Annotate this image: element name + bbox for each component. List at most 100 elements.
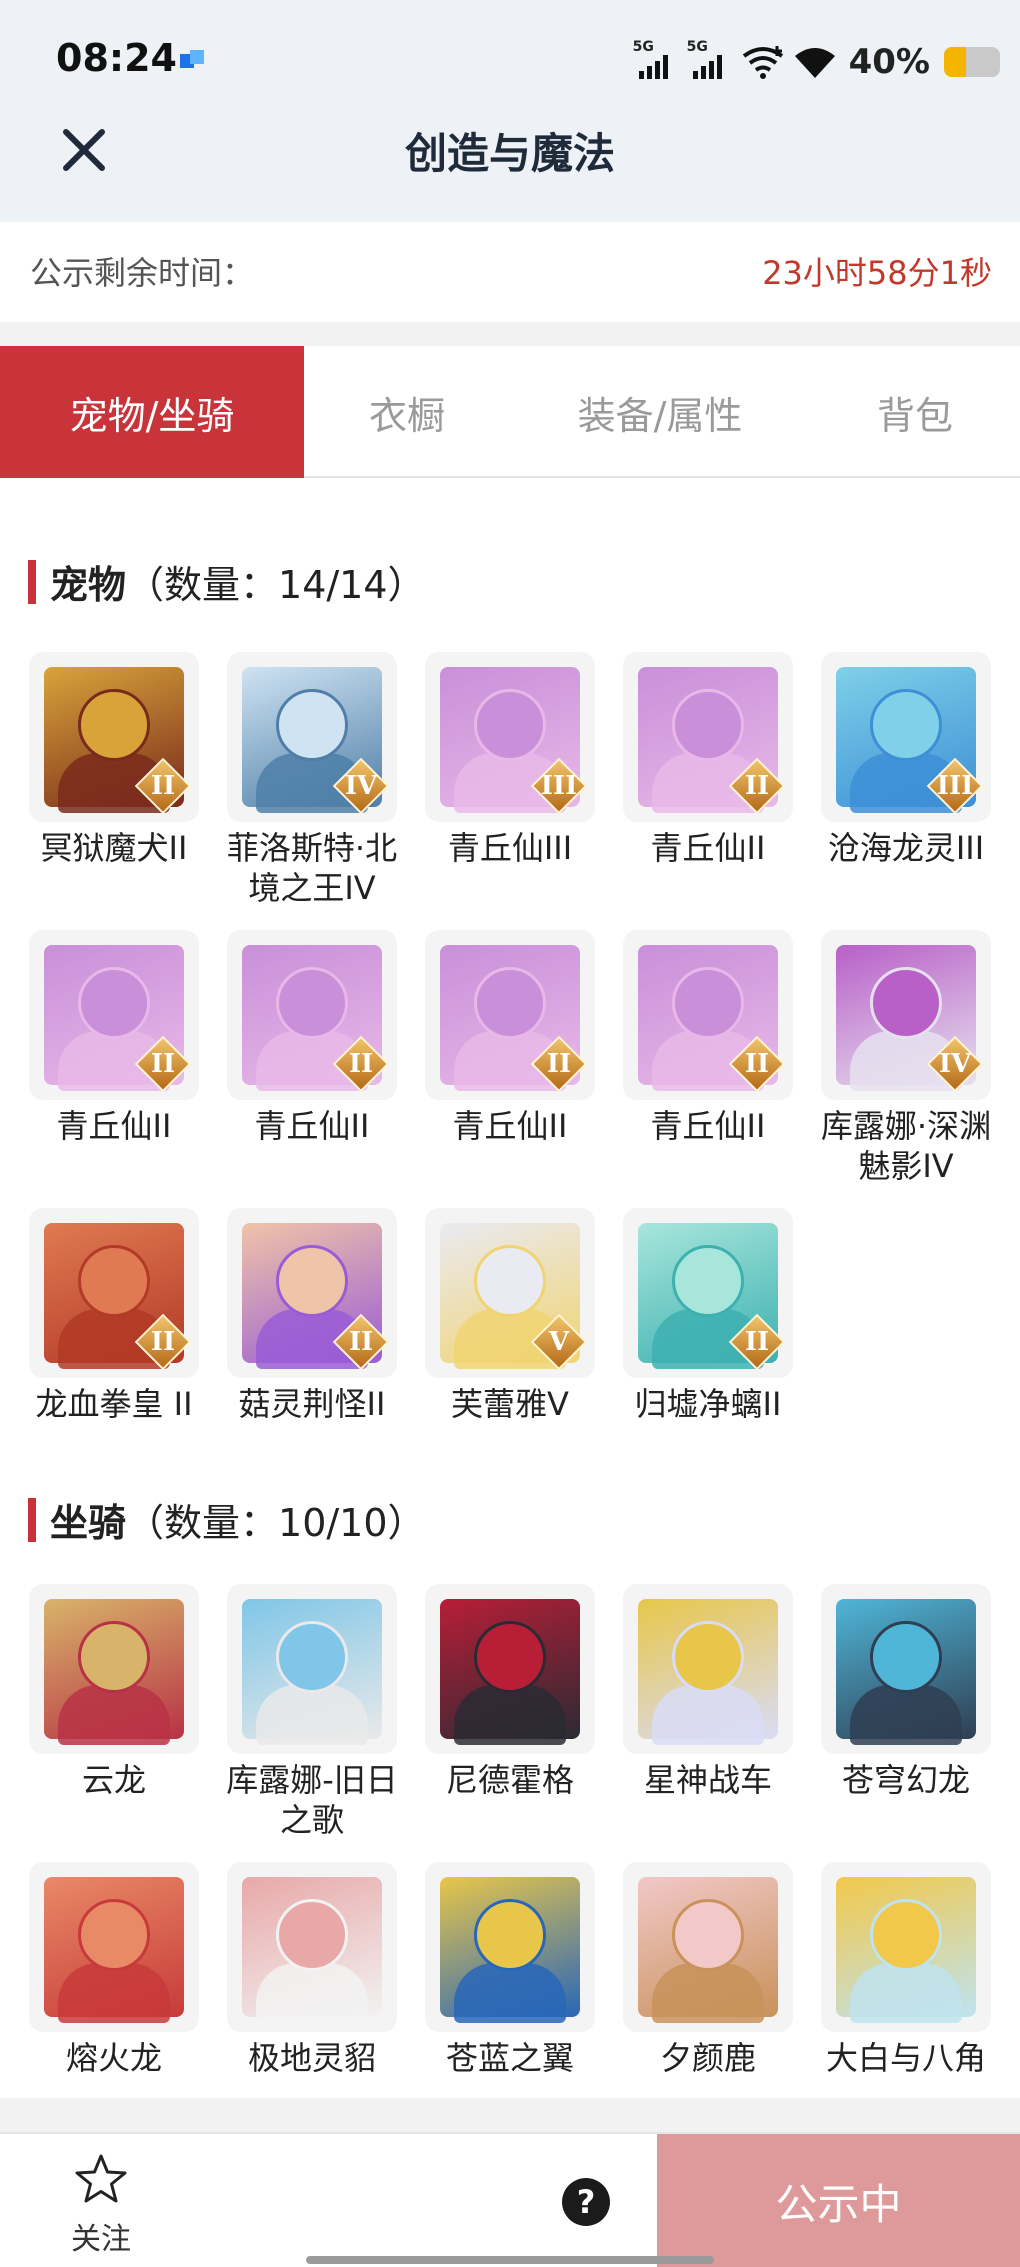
item-thumbnail: III — [425, 652, 595, 822]
tab-bar: 宠物/坐骑 衣橱 装备/属性 背包 — [0, 346, 1020, 478]
mounts-section-title: 坐骑 （数量：10/10） — [28, 1492, 426, 1547]
tier-badge: II — [134, 757, 192, 815]
mount-item[interactable]: 库露娜-旧日之歌 — [226, 1584, 398, 1840]
notice-label: 公示剩余时间： — [30, 254, 255, 292]
item-name: 冥狱魔犬II — [40, 829, 188, 867]
mount-item[interactable]: 极地灵貂 — [226, 1862, 398, 2078]
item-thumbnail: II — [227, 1208, 397, 1378]
follow-button[interactable]: 关注 — [56, 2152, 146, 2258]
mount-item[interactable]: 云龙 — [28, 1584, 200, 1800]
section-marker — [28, 1497, 36, 1542]
item-thumbnail — [29, 1862, 199, 2032]
item-thumbnail: II — [29, 652, 199, 822]
section-count: （数量：14/14） — [126, 563, 426, 607]
item-name: 菇灵荆怪II — [238, 1385, 386, 1423]
signal-label: 5G — [686, 39, 708, 55]
item-name: 熔火龙 — [65, 2039, 162, 2077]
tier-badge: II — [134, 1035, 192, 1093]
mount-item[interactable]: 苍蓝之翼 — [424, 1862, 596, 2078]
pet-item[interactable]: II 菇灵荆怪II — [226, 1208, 398, 1424]
item-thumbnail: V — [425, 1208, 595, 1378]
pet-item[interactable]: III 青丘仙III — [424, 652, 596, 868]
battery-percent: 40% — [848, 42, 930, 82]
item-name: 青丘仙II — [452, 1107, 568, 1145]
pet-item[interactable]: II 青丘仙II — [622, 652, 794, 868]
pet-item[interactable]: IV 库露娜·深渊魅影IV — [820, 930, 992, 1186]
item-name: 库露娜-旧日之歌 — [226, 1761, 398, 1839]
pet-item[interactable]: II 冥狱魔犬II — [28, 652, 200, 868]
item-name: 龙血拳皇 II — [35, 1385, 193, 1423]
item-name: 库露娜·深渊魅影IV — [820, 1107, 992, 1185]
item-name: 青丘仙II — [254, 1107, 370, 1145]
pet-item[interactable]: II 归墟净螭II — [622, 1208, 794, 1424]
pet-item[interactable]: V 芙蕾雅V — [424, 1208, 596, 1424]
item-name: 菲洛斯特·北境之王IV — [226, 829, 398, 907]
item-thumbnail — [227, 1584, 397, 1754]
public-status-button[interactable]: 公示中 — [657, 2134, 1020, 2267]
pet-item[interactable]: II 龙血拳皇 II — [28, 1208, 200, 1424]
pets-section-title: 宠物 （数量：14/14） — [28, 554, 426, 609]
tier-badge: V — [530, 1313, 588, 1371]
tier-badge: II — [728, 1313, 786, 1371]
signal-label: 5G — [632, 39, 654, 55]
item-thumbnail: II — [227, 930, 397, 1100]
tab-wardrobe[interactable]: 衣橱 — [304, 346, 510, 478]
item-name: 大白与八角 — [825, 2039, 986, 2077]
content-panel: 宠物 （数量：14/14） II 冥狱魔犬II IV 菲洛斯特·北境之王IV III 青丘… — [0, 478, 1020, 2098]
item-thumbnail: IV — [821, 930, 991, 1100]
item-thumbnail: II — [29, 930, 199, 1100]
tier-badge: IV — [332, 757, 390, 815]
help-icon[interactable]: ? — [562, 2178, 610, 2226]
item-name: 归墟净螭II — [634, 1385, 782, 1423]
item-thumbnail — [821, 1862, 991, 2032]
app-notification-icon — [180, 50, 206, 72]
wifi-icon — [794, 48, 835, 78]
mount-item[interactable]: 熔火龙 — [28, 1862, 200, 2078]
pet-item[interactable]: II 青丘仙II — [226, 930, 398, 1146]
item-thumbnail — [821, 1584, 991, 1754]
tab-backpack[interactable]: 背包 — [810, 346, 1020, 478]
item-name: 青丘仙II — [56, 1107, 172, 1145]
item-thumbnail: II — [425, 930, 595, 1100]
item-name: 青丘仙II — [650, 1107, 766, 1145]
bottom-bar: 关注 ? 公示中 — [0, 2132, 1020, 2267]
tab-pets-mounts[interactable]: 宠物/坐骑 — [0, 346, 304, 478]
tier-badge: III — [530, 757, 588, 815]
item-name: 苍穹幻龙 — [841, 1761, 970, 1799]
pet-item[interactable]: II 青丘仙II — [424, 930, 596, 1146]
wifi-plus-icon — [742, 46, 783, 79]
mount-item[interactable]: 星神战车 — [622, 1584, 794, 1800]
pet-item[interactable]: III 沧海龙灵III — [820, 652, 992, 868]
item-thumbnail: II — [623, 1208, 793, 1378]
tier-badge: II — [728, 757, 786, 815]
tier-badge: II — [728, 1035, 786, 1093]
item-name: 夕颜鹿 — [659, 2039, 756, 2077]
home-indicator — [306, 2256, 714, 2264]
section-marker — [28, 559, 36, 604]
tab-equipment[interactable]: 装备/属性 — [510, 346, 810, 478]
item-name: 苍蓝之翼 — [445, 2039, 574, 2077]
item-thumbnail: II — [623, 652, 793, 822]
notice-row: 公示剩余时间： 23小时58分1秒 — [0, 222, 1020, 322]
star-icon — [75, 2154, 127, 2203]
pet-item[interactable]: IV 菲洛斯特·北境之王IV — [226, 652, 398, 908]
tier-badge: III — [926, 757, 984, 815]
item-name: 青丘仙II — [650, 829, 766, 867]
item-thumbnail — [425, 1862, 595, 2032]
item-thumbnail: IV — [227, 652, 397, 822]
item-thumbnail — [29, 1584, 199, 1754]
item-thumbnail: II — [623, 930, 793, 1100]
mount-item[interactable]: 尼德霍格 — [424, 1584, 596, 1800]
item-thumbnail — [227, 1862, 397, 2032]
pet-item[interactable]: II 青丘仙II — [622, 930, 794, 1146]
item-thumbnail: III — [821, 652, 991, 822]
pet-item[interactable]: II 青丘仙II — [28, 930, 200, 1146]
mount-item[interactable]: 夕颜鹿 — [622, 1862, 794, 2078]
item-name: 芙蕾雅V — [451, 1385, 569, 1423]
section-count: （数量：10/10） — [126, 1501, 426, 1545]
mount-item[interactable]: 大白与八角 — [820, 1862, 992, 2078]
tier-badge: II — [134, 1313, 192, 1371]
mount-item[interactable]: 苍穹幻龙 — [820, 1584, 992, 1800]
signal-icon: 5G — [633, 39, 679, 81]
page-title: 创造与魔法 — [404, 129, 615, 178]
